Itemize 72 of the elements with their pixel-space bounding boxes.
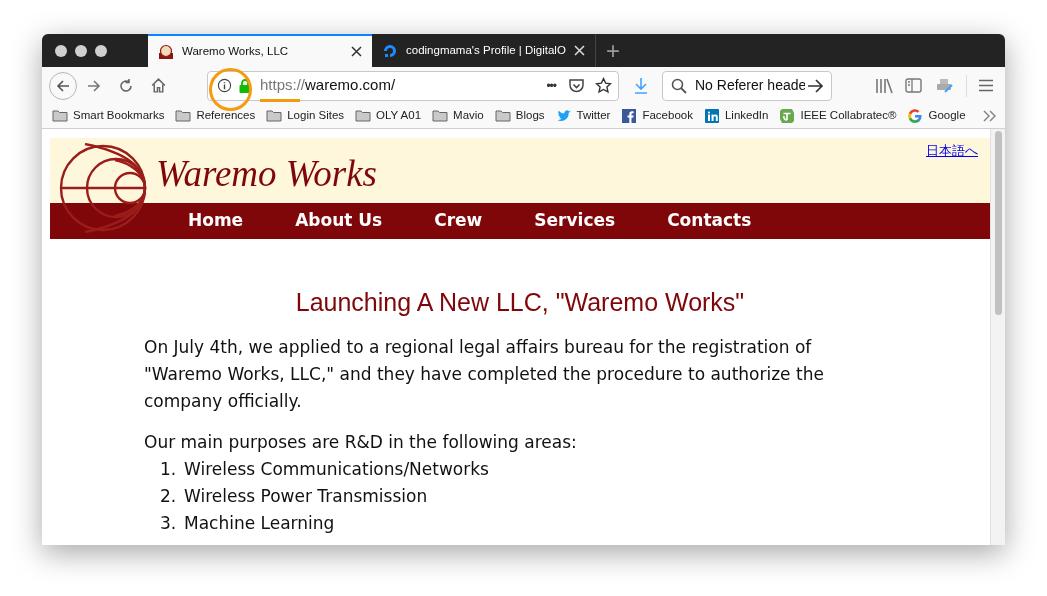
- list-number: 2.: [160, 484, 178, 508]
- home-icon[interactable]: [150, 77, 167, 94]
- pocket-icon[interactable]: [568, 77, 585, 94]
- list-item: Machine Learning: [184, 511, 335, 535]
- window-minimize-button[interactable]: [75, 44, 87, 57]
- close-tab-icon[interactable]: [351, 46, 362, 57]
- list-number: 1.: [160, 457, 178, 481]
- chevron-icon[interactable]: [983, 110, 997, 122]
- list-item: Wireless Power Transmission: [184, 484, 428, 508]
- url-text[interactable]: https://waremo.com/: [260, 74, 396, 97]
- paragraph: On July 4th, we applied to a regional legal affairs bureau for the registration of "Waremo Works, LLC," and they have completed the procedure to authorize the company officially.: [144, 335, 825, 413]
- arrow-right-icon[interactable]: [807, 77, 824, 94]
- menu-icon[interactable]: [979, 79, 993, 92]
- library-icon[interactable]: [875, 77, 893, 94]
- bookmark-item[interactable]: Blogs: [494, 107, 545, 125]
- download-icon[interactable]: [633, 76, 649, 95]
- back-arrow-icon: [55, 77, 71, 94]
- scrollbar[interactable]: [990, 129, 1005, 545]
- nav-link[interactable]: About Us: [295, 208, 383, 234]
- ct-logo-icon: [779, 108, 796, 124]
- printer-icon[interactable]: [936, 77, 954, 94]
- bookmark-item[interactable]: References: [175, 107, 256, 125]
- page-heading: Launching A New LLC, "Waremo Works": [294, 287, 746, 318]
- search-field[interactable]: No Referer heade: [662, 70, 832, 101]
- highlight-underline: [260, 99, 300, 102]
- site-title: Waremo Works: [156, 155, 377, 192]
- folder-icon: [355, 108, 372, 124]
- list-item: Wireless Communications/Networks: [184, 457, 489, 481]
- nav-link[interactable]: Contacts: [667, 208, 752, 234]
- folder-icon: [52, 108, 68, 124]
- in-logo-icon: [703, 108, 720, 124]
- forward-arrow-icon[interactable]: [86, 77, 102, 94]
- sidebar-icon[interactable]: [905, 78, 922, 93]
- search-icon: [671, 77, 687, 94]
- window-close-button[interactable]: [55, 44, 67, 57]
- bookmark-item[interactable]: Mavio: [432, 107, 484, 125]
- language-link[interactable]: 日本語へ: [926, 141, 978, 161]
- bookmark-item[interactable]: IEEE Collabratec®: [779, 107, 897, 125]
- padlock-icon[interactable]: [238, 77, 252, 94]
- ring-favicon-icon: [382, 42, 398, 59]
- page-actions-button[interactable]: •••: [546, 76, 556, 95]
- tab-title: Waremo Works, LLC: [182, 43, 290, 59]
- scrollbar-thumb[interactable]: [994, 131, 1002, 315]
- bookmark-item[interactable]: Facebook: [621, 107, 693, 125]
- nav-link[interactable]: Crew: [434, 208, 483, 234]
- search-text: No Referer heade: [695, 76, 805, 95]
- new-tab-button[interactable]: +: [596, 34, 630, 67]
- paragraph: Our main purposes are R&D in the following areas:: [144, 430, 578, 454]
- bookmark-item[interactable]: Twitter: [555, 107, 611, 125]
- info-icon[interactable]: [217, 78, 232, 93]
- g-logo-icon: [907, 108, 924, 124]
- tab-title: codingmama's Profile | DigitalO: [406, 42, 567, 58]
- bookmark-item[interactable]: Login Sites: [266, 107, 345, 125]
- tab[interactable]: Waremo Works, LLC: [148, 34, 372, 67]
- folder-icon: [175, 108, 192, 124]
- site-favicon-icon: [158, 43, 174, 60]
- folder-icon: [266, 108, 283, 124]
- bookmark-item[interactable]: LinkedIn: [703, 107, 769, 125]
- bookmark-item[interactable]: OLY A01: [355, 107, 422, 125]
- nav-link[interactable]: Services: [534, 208, 616, 234]
- bookmark-item[interactable]: Google: [907, 107, 966, 125]
- bird-icon: [555, 108, 572, 124]
- folder-icon: [432, 108, 449, 124]
- nav-link[interactable]: Home: [188, 208, 244, 234]
- bookmark-item[interactable]: Smart Bookmarks: [52, 107, 165, 125]
- reload-icon[interactable]: [118, 77, 134, 94]
- bookmark-star-icon[interactable]: [595, 77, 612, 94]
- list-number: 3.: [160, 511, 178, 535]
- folder-icon: [494, 108, 511, 124]
- f-logo-icon: [621, 108, 638, 124]
- address-bar[interactable]: https://waremo.com/ •••: [207, 70, 619, 101]
- window-zoom-button[interactable]: [95, 44, 107, 57]
